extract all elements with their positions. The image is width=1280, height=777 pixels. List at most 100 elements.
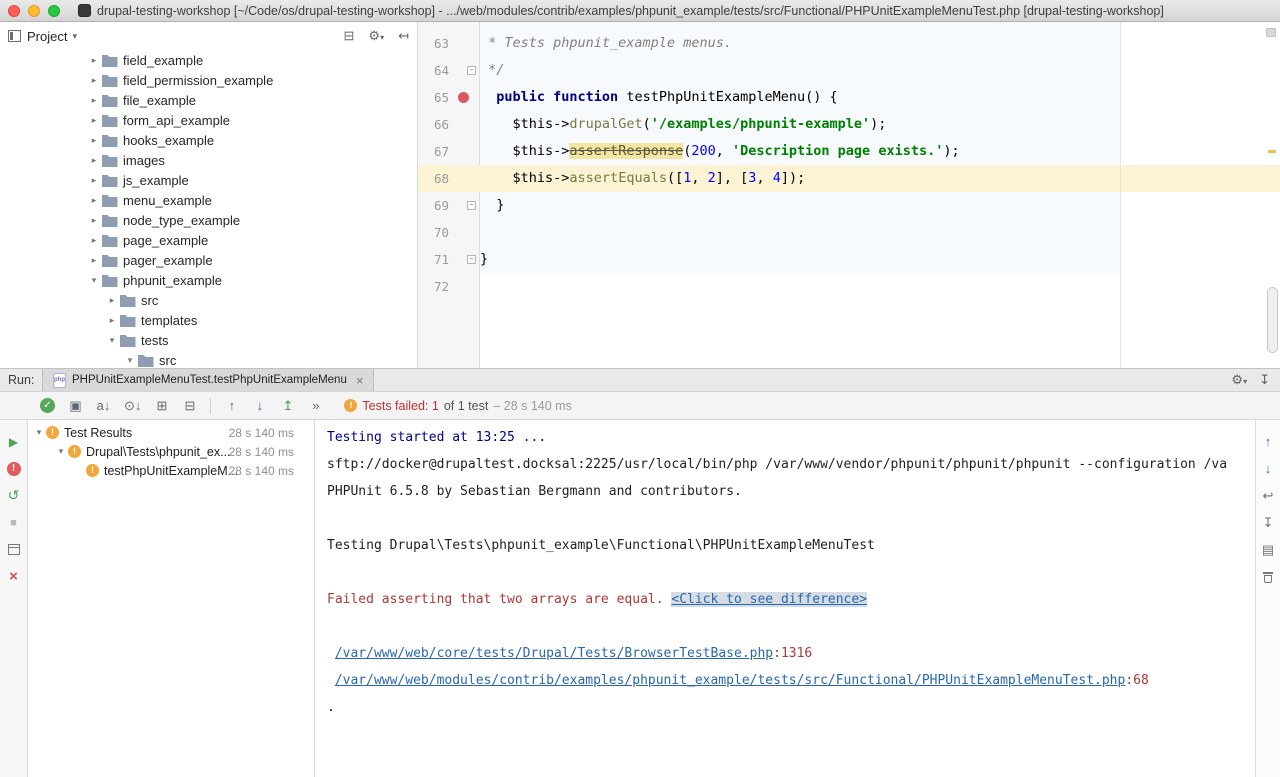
zoom-window-button[interactable] [48, 5, 60, 17]
rerun-failed-tests-button[interactable]: ! [7, 462, 21, 476]
project-tree-item-tests[interactable]: ▾tests [0, 330, 417, 350]
chevron-collapsed-icon[interactable]: ▸ [88, 235, 100, 246]
project-tree-item-images[interactable]: ▸images [0, 150, 417, 170]
expand-all-icon[interactable]: ⊞ [154, 398, 169, 414]
chevron-expanded-icon[interactable]: ▾ [124, 355, 136, 366]
soft-wrap-button[interactable]: ↩ [1263, 488, 1274, 504]
console-link[interactable]: /var/www/web/modules/contrib/examples/ph… [335, 673, 1126, 688]
console-link[interactable]: /var/www/web/core/tests/Drupal/Tests/Bro… [335, 646, 773, 661]
close-window-button[interactable] [8, 5, 20, 17]
project-tree-item-phpunit_example[interactable]: ▾phpunit_example [0, 270, 417, 290]
code-line-67[interactable]: 67 $this->assertResponse(200, 'Descripti… [418, 138, 1280, 165]
project-tree-item-page_example[interactable]: ▸page_example [0, 230, 417, 250]
test-tree-item[interactable]: ▾!Test Results28 s 140 ms [28, 423, 314, 442]
code-text[interactable]: $this->assertEquals([1, 2], [3, 4]); [480, 165, 1280, 192]
project-tree-item-src[interactable]: ▾src [0, 350, 417, 368]
chevron-collapsed-icon[interactable]: ▸ [88, 55, 100, 66]
chevron-expanded-icon[interactable]: ▾ [54, 446, 68, 457]
project-tree-item-field_example[interactable]: ▸field_example [0, 50, 417, 70]
chevron-collapsed-icon[interactable]: ▸ [88, 115, 100, 126]
chevron-expanded-icon[interactable]: ▾ [88, 275, 100, 286]
project-tree-item-form_api_example[interactable]: ▸form_api_example [0, 110, 417, 130]
code-line-70[interactable]: 70 [418, 219, 1280, 246]
print-button[interactable]: ▤ [1262, 542, 1274, 558]
console-link[interactable]: <Click to see difference> [671, 592, 867, 607]
collapse-all-icon[interactable]: ⊟ [182, 398, 197, 414]
chevron-collapsed-icon[interactable]: ▸ [88, 255, 100, 266]
chevron-collapsed-icon[interactable]: ▸ [88, 155, 100, 166]
project-tree-item-pager_example[interactable]: ▸pager_example [0, 250, 417, 270]
code-text[interactable]: public function testPhpUnitExampleMenu()… [480, 84, 1280, 111]
toggle-auto-test-button[interactable]: ↺ [8, 487, 20, 504]
test-console[interactable]: Testing started at 13:25 ...sftp://docke… [315, 420, 1255, 777]
chevron-collapsed-icon[interactable]: ▸ [88, 95, 100, 106]
test-tree-item[interactable]: ▾!Drupal\Tests\phpunit_ex...28 s 140 ms [28, 442, 314, 461]
sort-by-duration-icon[interactable]: ⊙↓ [124, 398, 141, 414]
code-line-63[interactable]: 63 * Tests phpunit_example menus. [418, 30, 1280, 57]
code-line-68[interactable]: 68 $this->assertEquals([1, 2], [3, 4]); [418, 165, 1280, 192]
show-passed-icon[interactable]: ✓ [40, 398, 55, 413]
chevron-collapsed-icon[interactable]: ▸ [106, 315, 118, 326]
chevron-collapsed-icon[interactable]: ▸ [106, 295, 118, 306]
chevron-expanded-icon[interactable]: ▾ [32, 427, 46, 438]
fold-marker-icon[interactable]: − [467, 66, 476, 75]
code-line-71[interactable]: 71−} [418, 246, 1280, 273]
close-run-panel-button[interactable]: × [9, 568, 18, 585]
hide-run-panel-button[interactable]: ↧ [1259, 372, 1270, 388]
chevron-collapsed-icon[interactable]: ▸ [88, 195, 100, 206]
code-text[interactable]: $this->assertResponse(200, 'Description … [480, 138, 1280, 165]
run-configuration-tab[interactable]: php PHPUnitExampleMenuTest.testPhpUnitEx… [42, 369, 374, 391]
clear-console-icon[interactable] [1263, 571, 1273, 583]
project-view-selector[interactable]: Project [27, 29, 67, 44]
fold-marker-icon[interactable]: − [467, 255, 476, 264]
chevron-collapsed-icon[interactable]: ▸ [88, 215, 100, 226]
collapse-all-button[interactable]: ⊟ [344, 28, 355, 44]
chevron-down-icon[interactable]: ▾ [72, 31, 77, 42]
run-settings-gear-button[interactable]: ⚙▾ [1231, 372, 1247, 388]
chevron-expanded-icon[interactable]: ▾ [106, 335, 118, 346]
code-text[interactable]: */ [480, 57, 1280, 84]
scroll-to-end-button[interactable]: ↧ [1263, 515, 1274, 531]
up-stack-trace-button[interactable]: ↑ [1265, 434, 1272, 449]
project-tree-item-node_type_example[interactable]: ▸node_type_example [0, 210, 417, 230]
settings-gear-button[interactable]: ⚙▾ [368, 28, 384, 44]
code-line-64[interactable]: 64− */ [418, 57, 1280, 84]
restore-layout-button[interactable] [8, 544, 20, 555]
code-line-65[interactable]: 65 public function testPhpUnitExampleMen… [418, 84, 1280, 111]
project-tree-item-file_example[interactable]: ▸file_example [0, 90, 417, 110]
inspections-indicator[interactable] [1266, 28, 1276, 37]
fold-marker-icon[interactable]: − [467, 201, 476, 210]
project-tree-item-js_example[interactable]: ▸js_example [0, 170, 417, 190]
previous-failed-test-icon[interactable]: ↑ [224, 398, 239, 413]
project-tree-item-field_permission_example[interactable]: ▸field_permission_example [0, 70, 417, 90]
overflow-chevron-icon[interactable]: » [308, 398, 323, 413]
chevron-collapsed-icon[interactable]: ▸ [88, 175, 100, 186]
project-tree-item-hooks_example[interactable]: ▸hooks_example [0, 130, 417, 150]
project-tree-item-src[interactable]: ▸src [0, 290, 417, 310]
chevron-collapsed-icon[interactable]: ▸ [88, 135, 100, 146]
code-text[interactable]: } [480, 192, 1280, 219]
code-text[interactable]: } [480, 246, 1280, 273]
chevron-collapsed-icon[interactable]: ▸ [88, 75, 100, 86]
next-failed-test-icon[interactable]: ↓ [252, 398, 267, 413]
down-stack-trace-button[interactable]: ↓ [1265, 461, 1272, 476]
code-text[interactable]: * Tests phpunit_example menus. [480, 30, 1280, 57]
test-tree-item[interactable]: !testPhpUnitExampleM...28 s 140 ms [28, 461, 314, 480]
code-line-69[interactable]: 69− } [418, 192, 1280, 219]
code-editor[interactable]: 63 * Tests phpunit_example menus.64− */6… [418, 22, 1280, 368]
code-line-66[interactable]: 66 $this->drupalGet('/examples/phpunit-e… [418, 111, 1280, 138]
code-text[interactable] [480, 273, 1280, 300]
breakpoint-icon[interactable] [458, 92, 469, 103]
show-ignored-icon[interactable]: ▣ [68, 398, 83, 414]
code-text[interactable]: $this->drupalGet('/examples/phpunit-exam… [480, 111, 1280, 138]
hide-project-panel-button[interactable]: ↤ [398, 28, 409, 44]
editor-scrollbar-thumb[interactable] [1267, 287, 1278, 353]
sort-alphabetically-icon[interactable]: a↓ [96, 398, 111, 413]
stop-button[interactable]: ■ [10, 517, 17, 529]
code-line-72[interactable]: 72 [418, 273, 1280, 300]
rerun-tests-button[interactable]: ▶ [9, 435, 18, 449]
test-history-icon[interactable]: ↥ [280, 398, 295, 414]
project-tree-item-templates[interactable]: ▸templates [0, 310, 417, 330]
close-tab-icon[interactable]: × [356, 373, 364, 388]
warning-stripe-mark[interactable] [1268, 150, 1276, 153]
